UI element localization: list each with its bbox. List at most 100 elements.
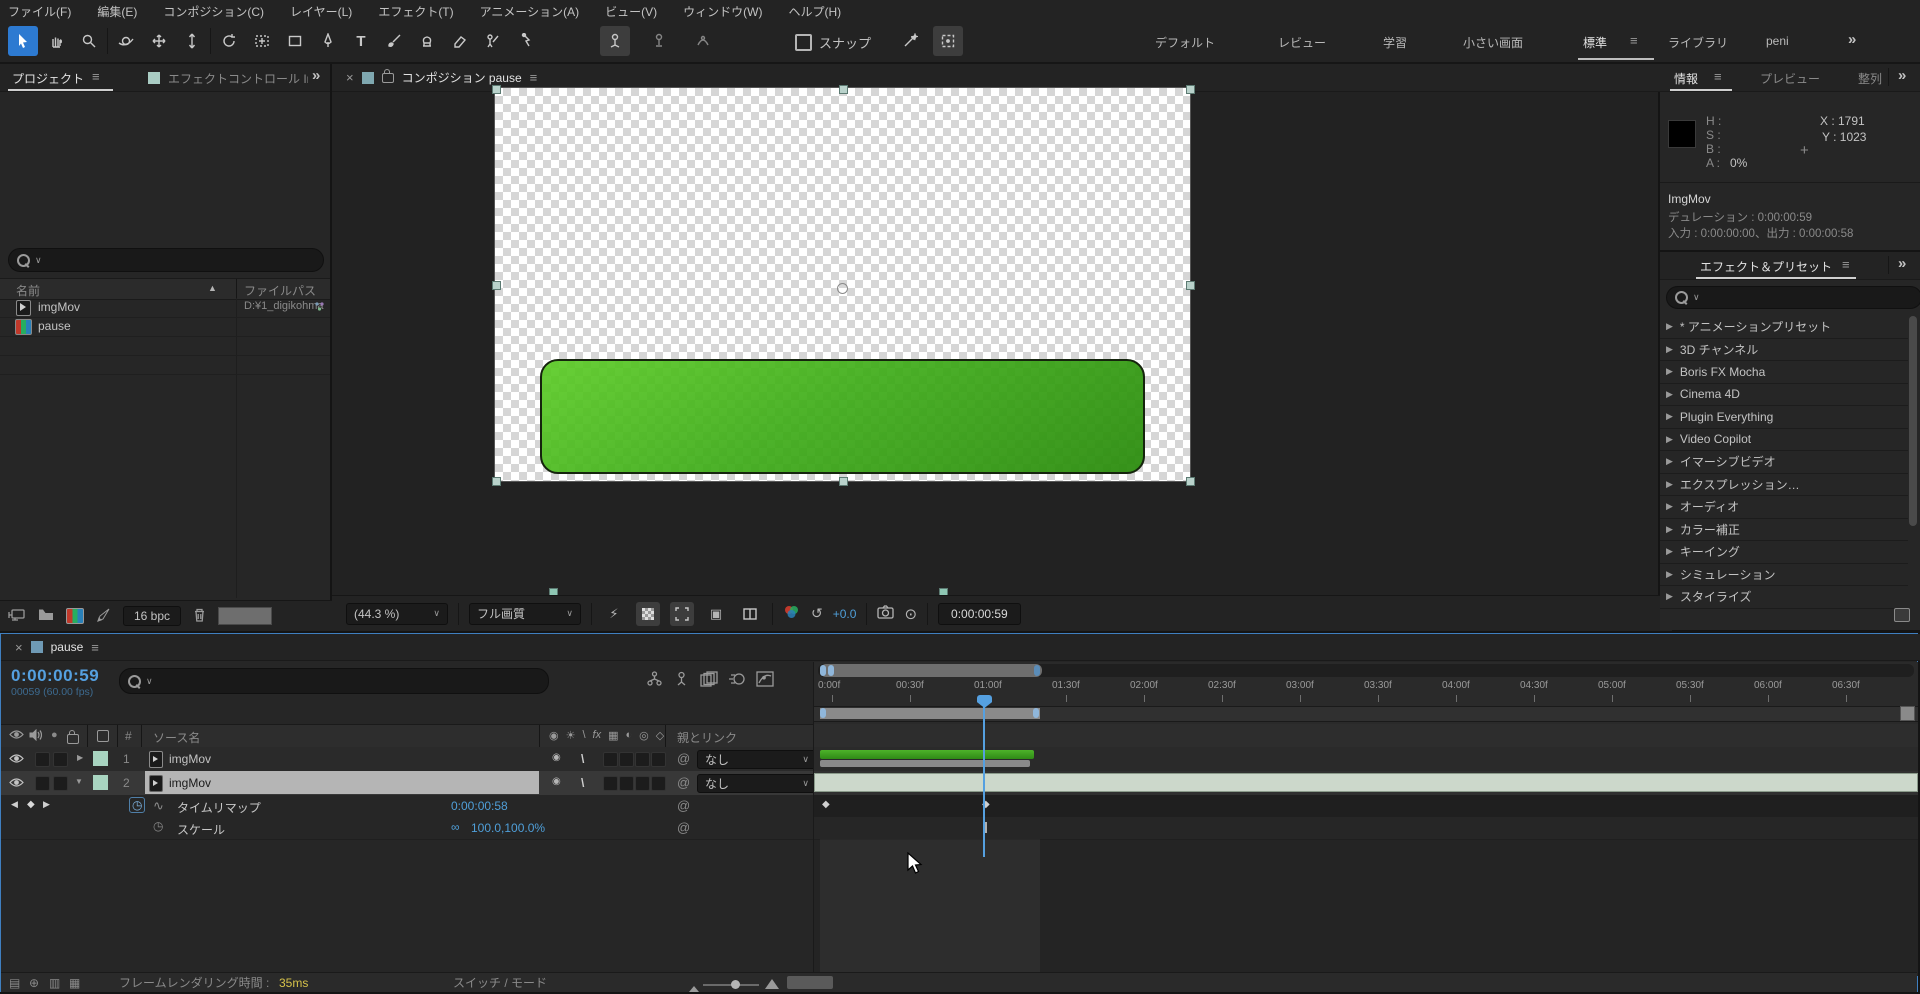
- mask-visibility-icon[interactable]: ▣: [704, 602, 728, 626]
- project-tab[interactable]: プロジェクト: [12, 70, 84, 87]
- effects-category[interactable]: ▶3D チャンネル: [1660, 339, 1908, 362]
- stopwatch-icon[interactable]: ◷: [153, 819, 163, 833]
- playhead-line[interactable]: [983, 707, 985, 857]
- switch-box[interactable]: [603, 776, 618, 791]
- time-navigator[interactable]: [818, 664, 1914, 677]
- pickwhip-icon[interactable]: @: [677, 820, 690, 835]
- menu-composition[interactable]: コンポジション(C): [163, 3, 264, 20]
- layer2-bar[interactable]: [814, 773, 1918, 792]
- workspace-review[interactable]: レビュー: [1278, 34, 1326, 51]
- dolly-camera-tool[interactable]: [177, 26, 207, 56]
- project-search-input[interactable]: ∨: [8, 248, 324, 272]
- workspace-more-icon[interactable]: »: [1848, 31, 1856, 48]
- effects-category[interactable]: ▶Plugin Everything: [1660, 406, 1908, 429]
- switch-box[interactable]: [651, 776, 666, 791]
- channels-icon[interactable]: [783, 604, 801, 623]
- selection-handle[interactable]: [492, 85, 501, 94]
- workspace-library[interactable]: ライブラリ: [1668, 34, 1728, 51]
- comp-tab-close-icon[interactable]: ×: [346, 70, 354, 85]
- expand-arrow[interactable]: ▼: [75, 777, 83, 786]
- camera-tool[interactable]: [247, 26, 277, 56]
- trash-icon[interactable]: [193, 608, 206, 625]
- property-value[interactable]: 0:00:00:58: [451, 799, 508, 813]
- menu-animation[interactable]: アニメーション(A): [480, 3, 580, 20]
- layer1-bar-tail[interactable]: [820, 760, 1030, 767]
- brush-tool[interactable]: [379, 26, 409, 56]
- pickwhip-icon[interactable]: @: [677, 775, 690, 790]
- orbit-camera-tool[interactable]: [111, 26, 141, 56]
- workspace-learn[interactable]: 学習: [1383, 34, 1407, 51]
- new-panel-icon[interactable]: [1894, 608, 1910, 622]
- timeline-search-input[interactable]: ∨: [119, 668, 549, 694]
- comp-lock-icon[interactable]: [382, 73, 394, 83]
- pickwhip-icon[interactable]: @: [677, 798, 690, 813]
- property-name[interactable]: タイムリマップ: [177, 799, 261, 816]
- resolution-dropdown[interactable]: フル画質∨: [469, 603, 581, 625]
- comp-tab-menu-icon[interactable]: ≡: [530, 70, 538, 85]
- expand-arrow[interactable]: ▶: [77, 753, 83, 762]
- toggle-panes-icon-3[interactable]: ▥: [49, 976, 60, 990]
- selection-handle[interactable]: [839, 85, 848, 94]
- project-tabs-more-icon[interactable]: »: [312, 67, 320, 84]
- solo-toggle[interactable]: [53, 752, 68, 767]
- ruler-end-handle[interactable]: [1900, 706, 1915, 721]
- puppet-position-pin-tool[interactable]: [600, 26, 630, 56]
- selection-handle[interactable]: [492, 281, 501, 290]
- composition-flowchart-icon[interactable]: [646, 670, 663, 690]
- timeline-tab-label[interactable]: pause: [51, 640, 84, 654]
- parent-dropdown[interactable]: なし∨: [697, 774, 817, 793]
- selection-handle[interactable]: [839, 477, 848, 486]
- effects-category[interactable]: ▶Video Copilot: [1660, 429, 1908, 452]
- zoom-out-mountain-icon[interactable]: [689, 981, 699, 994]
- keyframe-prev-icon[interactable]: ◀: [11, 799, 18, 810]
- property-value[interactable]: 100.0,100.0%: [471, 821, 545, 835]
- source-name-column-header[interactable]: ソース名: [153, 729, 200, 746]
- workspace-small-screen[interactable]: 小さい画面: [1463, 34, 1523, 51]
- selection-tool[interactable]: [8, 26, 38, 56]
- zoom-in-mountain-icon[interactable]: [765, 978, 779, 992]
- exposure-value[interactable]: +0.0: [833, 607, 857, 621]
- effects-category[interactable]: ▶スタイライズ: [1660, 586, 1908, 609]
- project-tab-menu-icon[interactable]: ≡: [92, 69, 100, 84]
- workspace-default[interactable]: デフォルト: [1155, 34, 1215, 51]
- info-tab[interactable]: 情報: [1674, 70, 1698, 87]
- effect-controls-tab[interactable]: エフェクトコントロール ImgMov: [168, 70, 308, 87]
- mask-shape-visibility-icon[interactable]: [933, 26, 963, 56]
- transparency-grid-icon[interactable]: [636, 602, 660, 626]
- selection-handle[interactable]: [1186, 477, 1195, 486]
- timeline-tab-close-icon[interactable]: ×: [15, 640, 23, 655]
- switch-box[interactable]: [635, 776, 650, 791]
- menu-file[interactable]: ファイル(F): [8, 3, 71, 20]
- exposure-reset-icon[interactable]: ↺: [811, 605, 823, 622]
- property-name[interactable]: スケール: [177, 821, 225, 838]
- bit-depth-button[interactable]: 16 bpc: [123, 606, 181, 626]
- effects-category[interactable]: ▶オーディオ: [1660, 496, 1908, 519]
- rectangle-tool[interactable]: [280, 26, 310, 56]
- puppet-pin-tool[interactable]: [511, 26, 541, 56]
- hand-tool[interactable]: [41, 26, 71, 56]
- timeline-zoom-slider[interactable]: [703, 984, 759, 986]
- graph-toggle-icon[interactable]: ∿: [153, 798, 164, 814]
- toggle-panes-icon-2[interactable]: ⊕: [29, 976, 39, 990]
- effects-category[interactable]: ▶Cinema 4D: [1660, 384, 1908, 407]
- menu-layer[interactable]: レイヤー(L): [290, 3, 352, 20]
- selection-handle[interactable]: [1186, 85, 1195, 94]
- text-tool[interactable]: T: [346, 26, 376, 56]
- work-area-bar[interactable]: [814, 706, 1918, 722]
- motion-blur-icon[interactable]: [728, 671, 746, 690]
- effects-search-input[interactable]: ∨: [1666, 286, 1920, 309]
- keyframe-diamond[interactable]: ◆: [822, 799, 830, 810]
- puppet-bend-pin-tool[interactable]: [688, 26, 718, 56]
- eye-toggle[interactable]: [9, 753, 24, 767]
- comp-timecode[interactable]: 0:00:00:59: [938, 603, 1021, 625]
- pickwhip-icon[interactable]: @: [677, 751, 690, 766]
- frame-blending-icon[interactable]: [700, 671, 718, 690]
- effects-category[interactable]: ▶イマーシブビデオ: [1660, 451, 1908, 474]
- quality-switch[interactable]: \: [581, 776, 584, 790]
- project-row-imgmov[interactable]: imgMov D:¥1_digikohma: [0, 298, 330, 318]
- view-layout-icon[interactable]: [738, 602, 762, 626]
- switch-box[interactable]: [619, 776, 634, 791]
- switch-box[interactable]: [603, 752, 618, 767]
- layer-anchor-point[interactable]: [837, 283, 848, 294]
- effects-category[interactable]: ▶エクスプレッション…: [1660, 474, 1908, 497]
